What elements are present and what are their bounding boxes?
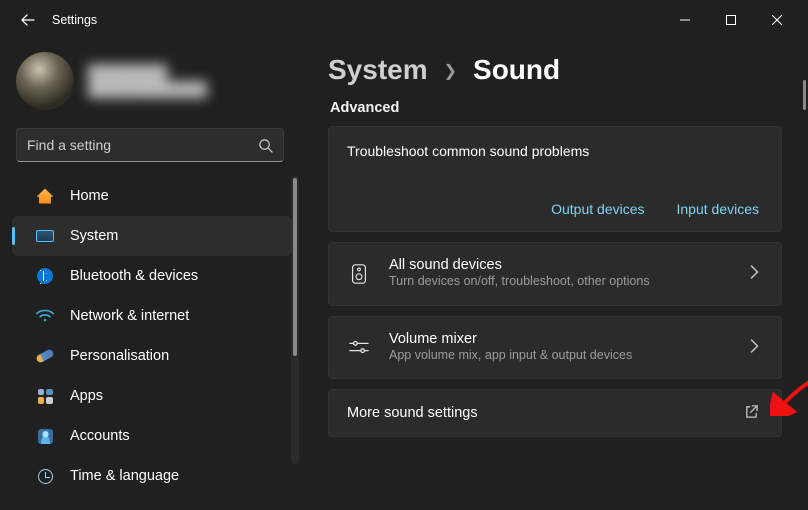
sidebar: ████████ ████████████ Find a setting Hom… xyxy=(0,40,300,510)
all-sound-devices-row[interactable]: All sound devices Turn devices on/off, t… xyxy=(328,242,782,306)
breadcrumb-current: Sound xyxy=(473,54,560,86)
speaker-icon xyxy=(347,263,371,285)
volume-mixer-row[interactable]: Volume mixer App volume mix, app input &… xyxy=(328,316,782,380)
sidebar-item-label: Accounts xyxy=(70,428,130,444)
sidebar-item-label: Personalisation xyxy=(70,348,169,364)
sidebar-item-label: System xyxy=(70,228,118,244)
row-title: All sound devices xyxy=(389,257,732,273)
search-icon xyxy=(258,138,273,153)
close-button[interactable] xyxy=(754,4,800,36)
breadcrumb-parent[interactable]: System xyxy=(328,54,428,86)
arrow-left-icon xyxy=(20,12,36,28)
bluetooth-icon xyxy=(36,267,54,285)
search-placeholder: Find a setting xyxy=(27,137,258,153)
sliders-icon xyxy=(347,338,371,356)
clock-globe-icon xyxy=(36,467,54,485)
row-title: Volume mixer xyxy=(389,331,732,347)
back-button[interactable] xyxy=(14,6,42,34)
sidebar-item-label: Apps xyxy=(70,388,103,404)
chevron-right-icon: ❯ xyxy=(444,61,457,81)
output-devices-button[interactable]: Output devices xyxy=(551,201,644,217)
sidebar-item-home[interactable]: Home xyxy=(12,176,292,216)
sidebar-item-bluetooth[interactable]: Bluetooth & devices xyxy=(12,256,292,296)
row-sub: App volume mix, app input & output devic… xyxy=(389,347,732,365)
avatar xyxy=(16,52,74,110)
open-external-icon xyxy=(744,404,759,422)
minimize-icon xyxy=(680,15,690,25)
sidebar-item-label: Network & internet xyxy=(70,308,189,324)
troubleshoot-card: Troubleshoot common sound problems Outpu… xyxy=(328,126,782,232)
row-title: More sound settings xyxy=(347,405,726,421)
nav: Home System Bluetooth & devices Network … xyxy=(0,176,300,496)
chevron-right-icon xyxy=(750,339,759,356)
more-sound-settings-row[interactable]: More sound settings xyxy=(328,389,782,437)
window-title: Settings xyxy=(52,13,97,27)
row-sub: Turn devices on/off, troubleshoot, other… xyxy=(389,273,732,291)
sidebar-item-time[interactable]: Time & language xyxy=(12,456,292,496)
sidebar-item-label: Time & language xyxy=(70,468,179,484)
brush-icon xyxy=(36,347,54,365)
sidebar-scrollbar[interactable] xyxy=(291,176,299,464)
close-icon xyxy=(772,15,782,25)
sidebar-item-personalisation[interactable]: Personalisation xyxy=(12,336,292,376)
sidebar-item-system[interactable]: System xyxy=(12,216,292,256)
breadcrumb: System ❯ Sound xyxy=(328,54,796,86)
apps-icon xyxy=(36,387,54,405)
sidebar-item-label: Bluetooth & devices xyxy=(70,268,198,284)
person-icon xyxy=(36,427,54,445)
profile[interactable]: ████████ ████████████ xyxy=(0,50,300,128)
display-icon xyxy=(36,227,54,245)
search-input[interactable]: Find a setting xyxy=(16,128,284,162)
chevron-right-icon xyxy=(750,265,759,282)
main-content: System ❯ Sound Advanced Troubleshoot com… xyxy=(300,40,808,510)
sidebar-item-accounts[interactable]: Accounts xyxy=(12,416,292,456)
sidebar-item-network[interactable]: Network & internet xyxy=(12,296,292,336)
home-icon xyxy=(36,187,54,205)
wifi-icon xyxy=(36,307,54,325)
sidebar-item-apps[interactable]: Apps xyxy=(12,376,292,416)
main-scrollbar[interactable] xyxy=(801,40,808,510)
profile-text: ████████ ████████████ xyxy=(88,64,207,98)
maximize-icon xyxy=(726,15,736,25)
troubleshoot-title: Troubleshoot common sound problems xyxy=(347,143,759,159)
maximize-button[interactable] xyxy=(708,4,754,36)
section-label: Advanced xyxy=(330,100,796,116)
sidebar-item-label: Home xyxy=(70,188,109,204)
input-devices-button[interactable]: Input devices xyxy=(677,201,760,217)
minimize-button[interactable] xyxy=(662,4,708,36)
